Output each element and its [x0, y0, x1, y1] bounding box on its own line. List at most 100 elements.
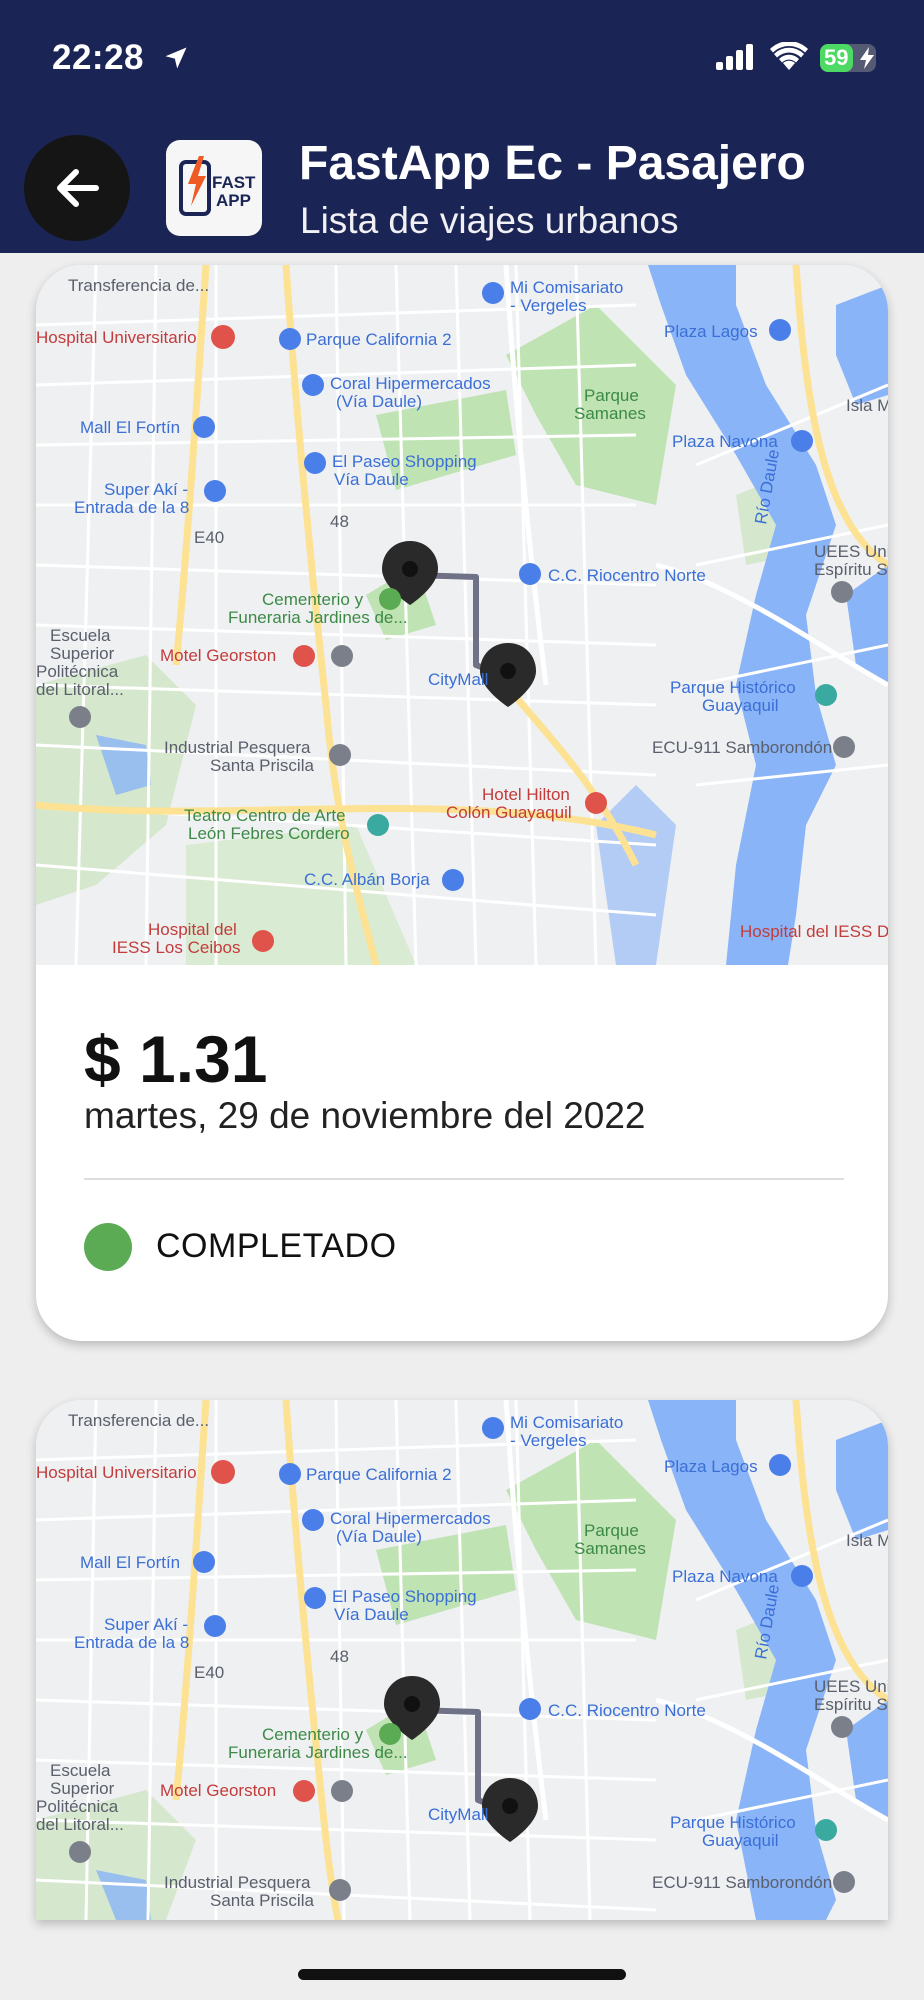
map-label: Vía Daule — [334, 1605, 409, 1624]
map-label: Guayaquil — [702, 696, 779, 715]
map-label: C.C. Riocentro Norte — [548, 566, 706, 585]
map-label: 48 — [330, 1647, 349, 1666]
map-label: Parque California 2 — [306, 1465, 452, 1484]
map-label: Cementerio y — [262, 590, 364, 609]
trip-details: $ 1.31 martes, 29 de noviembre del 2022 … — [36, 965, 888, 1341]
map-label: (Vía Daule) — [336, 392, 422, 411]
map-label: Politécnica — [36, 1797, 119, 1816]
map-label: Samanes — [574, 404, 646, 423]
wifi-icon — [770, 42, 808, 70]
map-label: Industrial Pesquera — [164, 1873, 311, 1892]
map-label: Plaza Lagos — [664, 1457, 758, 1476]
map-label: Hospital del — [148, 920, 237, 939]
divider — [84, 1178, 844, 1180]
map-label: Colón Guayaquil — [446, 803, 572, 822]
map-label: Hospital Universitario — [36, 1463, 197, 1482]
page-title: FastApp Ec - Pasajero — [299, 137, 806, 190]
map-label: Vía Daule — [334, 470, 409, 489]
map-label: CityMall — [428, 1805, 488, 1824]
battery-indicator: 59 — [820, 44, 876, 72]
map-label: Parque — [584, 1521, 639, 1540]
battery-charging-icon — [860, 47, 874, 69]
back-button[interactable] — [24, 135, 130, 241]
map-label: Parque Histórico — [670, 1813, 796, 1832]
logo-text-app: APP — [216, 191, 251, 210]
cellular-signal-icon — [716, 44, 753, 70]
map-label: Plaza Lagos — [664, 322, 758, 341]
map-label: Santa Priscila — [210, 756, 314, 775]
map-label: Motel Georston — [160, 1781, 276, 1800]
map-label: León Febres Cordero — [188, 824, 350, 843]
map-label: Mall El Fortín — [80, 418, 180, 437]
map-label: 48 — [330, 512, 349, 531]
map-label: E40 — [194, 1663, 224, 1682]
map-label: Teatro Centro de Arte — [184, 806, 346, 825]
map-label: IESS Los Ceibos — [112, 938, 241, 957]
map-label: El Paseo Shopping — [332, 452, 477, 471]
map-label: Plaza Navona — [672, 432, 778, 451]
map-label: UEES Uni — [814, 542, 888, 561]
map-label: Hotel Hilton — [482, 785, 570, 804]
map-label: Transferencia de... — [68, 1411, 209, 1430]
map-label: Espíritu S — [814, 560, 888, 579]
map-label: Coral Hipermercados — [330, 374, 491, 393]
page-subtitle: Lista de viajes urbanos — [300, 200, 679, 241]
map-label: Superior — [50, 644, 115, 663]
map-label: Mi Comisariato — [510, 278, 623, 297]
map-label: Plaza Navona — [672, 1567, 778, 1586]
map-label: Funeraria Jardines de... — [228, 1743, 408, 1762]
trip-route-map: Transferencia de... Mi Comisariato - Ver… — [36, 1400, 888, 1920]
status-indicator-dot — [84, 1223, 132, 1271]
map-label: Industrial Pesquera — [164, 738, 311, 757]
map-label: Isla M — [846, 1531, 888, 1550]
map-label: Transferencia de... — [68, 276, 209, 295]
map-label: Funeraria Jardines de... — [228, 608, 408, 627]
trip-card[interactable]: Transferencia de... Mi Comisariato - Ver… — [36, 1400, 888, 1920]
map-label: Politécnica — [36, 662, 119, 681]
map-label: Mi Comisariato — [510, 1413, 623, 1432]
location-arrow-icon — [165, 47, 187, 69]
map-label: Entrada de la 8 — [74, 498, 189, 517]
logo-text-fast: FAST — [212, 173, 256, 192]
app-header: 22:28 59 FAST APP FastApp Ec - Pasajero … — [0, 0, 924, 253]
map-label: Hospital del IESS D — [740, 922, 888, 941]
trip-date: martes, 29 de noviembre del 2022 — [84, 1095, 646, 1136]
map-label: (Vía Daule) — [336, 1527, 422, 1546]
status-bar: 22:28 59 — [0, 0, 924, 120]
map-label: UEES Uni — [814, 1677, 888, 1696]
map-label: E40 — [194, 528, 224, 547]
map-label: del Litoral... — [36, 1815, 124, 1834]
map-label: Hospital Universitario — [36, 328, 197, 347]
map-label: ECU-911 Samborondón — [652, 1873, 832, 1892]
map-label: Santa Priscila — [210, 1891, 314, 1910]
map-label: Superior — [50, 1779, 115, 1798]
map-label: del Litoral... — [36, 680, 124, 699]
trip-status: COMPLETADO — [156, 1227, 397, 1265]
arrow-left-icon — [57, 169, 99, 207]
map-label: Cementerio y — [262, 1725, 364, 1744]
map-label: Samanes — [574, 1539, 646, 1558]
home-indicator[interactable] — [298, 1969, 626, 1980]
map-label: Motel Georston — [160, 646, 276, 665]
trip-card[interactable]: Transferencia de... Mi Comisariato - Ver… — [36, 265, 888, 1341]
map-label: Isla M — [846, 396, 888, 415]
map-label: Escuela — [50, 1761, 111, 1780]
map-label: Espíritu S — [814, 1695, 888, 1714]
map-label: C.C. Riocentro Norte — [548, 1701, 706, 1720]
map-label: Super Akí - — [104, 480, 188, 499]
fastapp-logo-icon: FAST APP — [179, 156, 256, 216]
map-label: Parque — [584, 386, 639, 405]
map-label: ECU-911 Samborondón — [652, 738, 832, 757]
map-label: Mall El Fortín — [80, 1553, 180, 1572]
map-label: - Vergeles — [510, 296, 587, 315]
map-label: Entrada de la 8 — [74, 1633, 189, 1652]
map-label: Parque California 2 — [306, 330, 452, 349]
map-label: Guayaquil — [702, 1831, 779, 1850]
trip-route-map: Transferencia de... Mi Comisariato - Ver… — [36, 265, 888, 965]
map-label: CityMall — [428, 670, 488, 689]
map-label: Parque Histórico — [670, 678, 796, 697]
map-label: Super Akí - — [104, 1615, 188, 1634]
map-label: Escuela — [50, 626, 111, 645]
map-label: C.C. Albán Borja — [304, 870, 430, 889]
app-logo: FAST APP — [166, 140, 262, 236]
